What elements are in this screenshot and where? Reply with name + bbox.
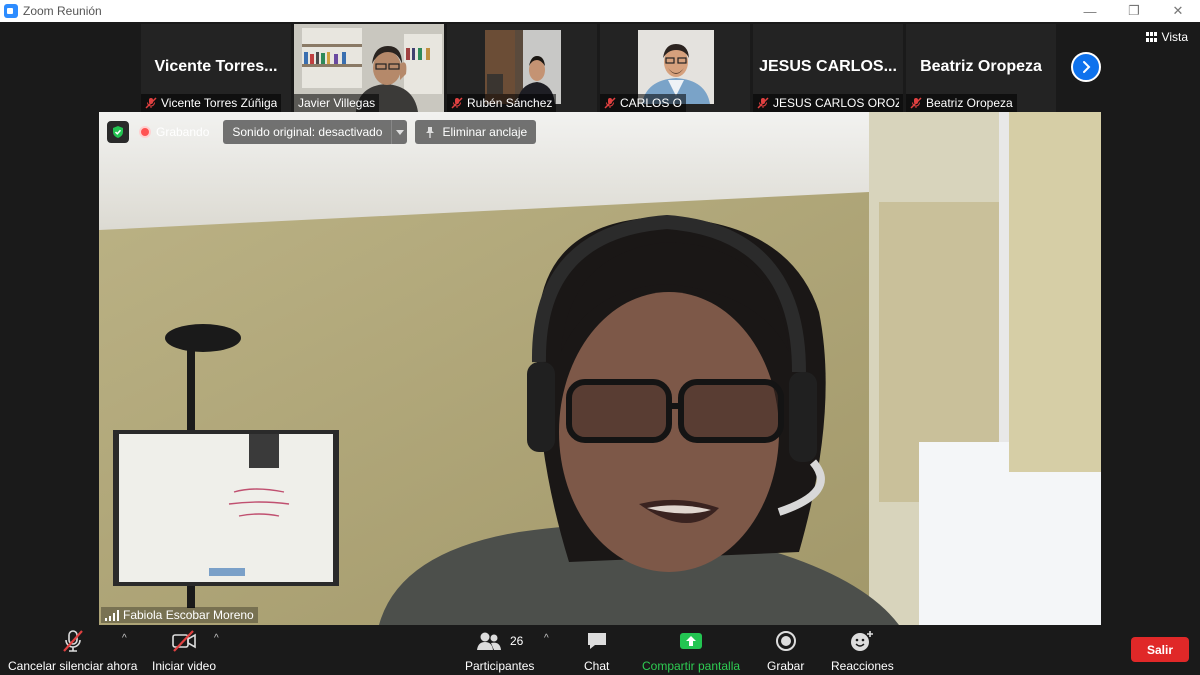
reactions-button[interactable]: Reacciones — [831, 629, 894, 673]
participant-name: Rubén Sánchez — [467, 96, 553, 110]
recording-indicator[interactable]: Grabando — [135, 125, 217, 139]
participant-tile[interactable]: JESUS CARLOS... JESUS CARLOS OROZC... — [753, 24, 903, 112]
participants-options-caret[interactable]: ^ — [544, 633, 549, 644]
participant-tile[interactable]: Rubén Sánchez — [447, 24, 597, 112]
video-off-icon — [172, 630, 196, 652]
participant-namebar: Vicente Torres Zúñiga — [141, 94, 282, 112]
participant-name: JESUS CARLOS OROZC... — [773, 96, 899, 110]
participant-tile[interactable]: Javier Villegas — [294, 24, 444, 112]
participant-name: Vicente Torres Zúñiga — [161, 96, 278, 110]
chat-label: Chat — [584, 659, 610, 673]
participant-namebar: CARLOS O — [600, 94, 687, 112]
smiley-plus-icon — [851, 631, 874, 651]
active-speaker-video[interactable]: Grabando Sonido original: desactivado El… — [99, 112, 1101, 625]
view-button-label: Vista — [1161, 30, 1188, 44]
restore-button[interactable]: ❐ — [1112, 0, 1156, 22]
participant-tile[interactable]: Vicente Torres... Vicente Torres Zúñiga — [141, 24, 291, 112]
share-screen-button[interactable]: Compartir pantalla — [642, 629, 740, 673]
participant-name: CARLOS O — [620, 96, 683, 110]
participant-tile[interactable]: Beatriz Oropeza Beatriz Oropeza — [906, 24, 1056, 112]
reactions-label: Reacciones — [831, 659, 894, 673]
participant-namebar: JESUS CARLOS OROZC... — [753, 94, 903, 112]
muted-mic-icon — [910, 97, 922, 109]
original-sound-dropdown[interactable] — [391, 120, 408, 144]
original-sound-button[interactable]: Sonido original: desactivado — [223, 120, 392, 144]
caret-down-icon — [395, 129, 404, 135]
participant-namebar: Javier Villegas — [294, 94, 380, 112]
video-options-caret[interactable]: ^ — [214, 633, 219, 644]
record-dot-icon — [139, 126, 151, 138]
muted-mic-icon — [451, 97, 463, 109]
participants-button[interactable]: 26 Participantes — [465, 629, 534, 673]
unmute-label: Cancelar silenciar ahora — [8, 659, 138, 673]
participant-name: Javier Villegas — [298, 96, 376, 110]
participant-display-name: Vicente Torres... — [154, 58, 278, 75]
muted-mic-icon — [757, 97, 769, 109]
muted-mic-icon — [604, 97, 616, 109]
unpin-button[interactable]: Eliminar anclaje — [415, 120, 537, 144]
view-button[interactable]: Vista — [1145, 30, 1188, 44]
audio-options-caret[interactable]: ^ — [122, 633, 127, 644]
share-screen-icon — [680, 633, 703, 649]
window-title: Zoom Reunión — [23, 4, 102, 18]
participant-namebar: Beatriz Oropeza — [906, 94, 1017, 112]
record-icon — [775, 631, 796, 651]
muted-mic-icon — [62, 630, 83, 652]
pin-icon — [426, 127, 435, 138]
recording-label: Grabando — [156, 125, 210, 139]
unmute-button[interactable]: Cancelar silenciar ahora — [8, 629, 137, 673]
participant-name: Beatriz Oropeza — [926, 96, 1013, 110]
window-titlebar: Zoom Reunión — ❐ ✕ — [0, 0, 1200, 22]
meeting-toolbar: Cancelar silenciar ahora ^ Iniciar video… — [0, 625, 1200, 675]
chat-icon — [587, 633, 606, 649]
participant-namebar: Rubén Sánchez — [447, 94, 557, 112]
speaker-video-frame — [99, 112, 1101, 625]
record-button[interactable]: Grabar — [767, 629, 804, 673]
signal-strength-icon — [105, 609, 119, 621]
participant-display-name: Beatriz Oropeza — [920, 58, 1042, 75]
start-video-button[interactable]: Iniciar video — [152, 629, 216, 673]
close-button[interactable]: ✕ — [1156, 0, 1200, 22]
security-shield[interactable] — [107, 121, 129, 143]
muted-mic-icon — [145, 97, 157, 109]
participants-label: Participantes — [465, 659, 535, 673]
meeting-stage: Vicente Torres... Vicente Torres Zúñiga — [0, 22, 1200, 625]
zoom-app-icon — [4, 4, 18, 18]
participant-strip: Vicente Torres... Vicente Torres Zúñiga — [141, 24, 1056, 112]
record-label: Grabar — [767, 659, 805, 673]
participants-count: 26 — [510, 634, 524, 648]
unpin-label: Eliminar anclaje — [442, 125, 528, 139]
next-page-button[interactable] — [1071, 52, 1101, 82]
participant-display-name: JESUS CARLOS... — [759, 58, 897, 75]
participants-icon — [477, 632, 501, 650]
window-controls: — ❐ ✕ — [1068, 0, 1200, 22]
participant-tile[interactable]: CARLOS O — [600, 24, 750, 112]
grid-view-icon — [1145, 31, 1157, 42]
leave-meeting-button[interactable]: Salir — [1131, 637, 1189, 662]
active-speaker-namebar: Fabiola Escobar Moreno — [101, 607, 258, 623]
chat-button[interactable]: Chat — [584, 629, 609, 673]
minimize-button[interactable]: — — [1068, 0, 1112, 22]
chevron-right-icon — [1083, 61, 1091, 73]
active-speaker-name: Fabiola Escobar Moreno — [123, 608, 254, 622]
meeting-status-bar: Grabando Sonido original: desactivado El… — [107, 120, 537, 144]
shield-check-icon — [113, 126, 123, 138]
start-video-label: Iniciar video — [152, 659, 217, 673]
share-screen-label: Compartir pantalla — [642, 659, 741, 673]
